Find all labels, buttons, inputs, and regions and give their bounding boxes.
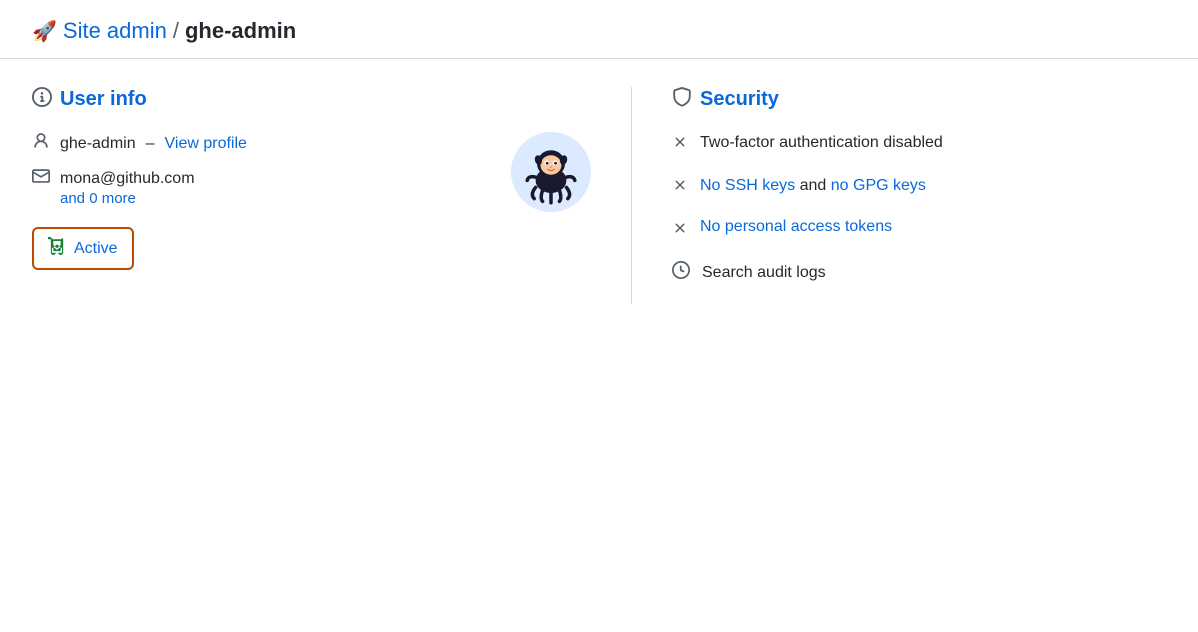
breadcrumb-separator: /	[173, 18, 179, 44]
person-icon	[32, 132, 50, 155]
username-row: ghe-admin – View profile	[32, 132, 491, 155]
ssh-gpg-and-word: and	[800, 177, 827, 194]
ssh-gpg-text: No SSH keys and no GPG keys	[700, 175, 926, 197]
no-personal-tokens-link[interactable]: No personal access tokens	[700, 218, 892, 236]
no-gpg-keys-link[interactable]: no GPG keys	[831, 177, 926, 194]
two-factor-text: Two-factor authentication disabled	[700, 132, 943, 154]
active-badge[interactable]: Active	[32, 227, 134, 270]
x-icon-2fa	[672, 134, 688, 155]
clock-icon	[672, 261, 690, 284]
user-details: ghe-admin – View profile mona@github.com	[32, 132, 491, 270]
two-factor-row: Two-factor authentication disabled	[672, 132, 1166, 155]
hourglass-icon	[48, 237, 66, 260]
mail-icon	[32, 167, 50, 190]
active-label: Active	[74, 240, 118, 258]
breadcrumb: 🚀 Site admin / ghe-admin	[32, 18, 296, 44]
security-title: Security	[672, 87, 1166, 112]
search-audit-logs-link[interactable]: Search audit logs	[702, 264, 826, 282]
username-text: ghe-admin	[60, 135, 136, 153]
email-block: mona@github.com and 0 more	[32, 167, 491, 207]
user-info-panel: User info ghe-admin – View profile	[32, 87, 632, 304]
shield-icon	[672, 87, 692, 112]
security-panel: Security Two-factor authentication disab…	[632, 87, 1166, 304]
x-icon-ssh	[672, 177, 688, 198]
email-line: mona@github.com	[32, 167, 491, 190]
email-more-link[interactable]: and 0 more	[60, 190, 491, 207]
personal-tokens-row: No personal access tokens	[672, 218, 1166, 241]
rocket-icon: 🚀	[32, 19, 57, 44]
user-info-heading: User info	[60, 88, 147, 111]
user-avatar-container	[511, 132, 591, 212]
site-admin-link[interactable]: Site admin	[63, 18, 167, 44]
page-header: 🚀 Site admin / ghe-admin	[0, 0, 1198, 59]
avatar	[511, 132, 591, 212]
view-profile-link[interactable]: View profile	[165, 135, 247, 153]
octocat-image	[516, 137, 586, 207]
no-ssh-keys-link[interactable]: No SSH keys	[700, 177, 795, 194]
info-icon	[32, 87, 52, 112]
main-content: User info ghe-admin – View profile	[0, 59, 1198, 332]
email-text: mona@github.com	[60, 170, 195, 188]
user-info-title: User info	[32, 87, 591, 112]
x-icon-tokens	[672, 220, 688, 241]
ssh-gpg-row: No SSH keys and no GPG keys	[672, 175, 1166, 198]
user-info-block: ghe-admin – View profile mona@github.com	[32, 132, 591, 270]
audit-logs-row: Search audit logs	[672, 261, 1166, 284]
username-dash: –	[146, 135, 155, 153]
current-page-title: ghe-admin	[185, 18, 296, 44]
security-heading: Security	[700, 88, 779, 111]
